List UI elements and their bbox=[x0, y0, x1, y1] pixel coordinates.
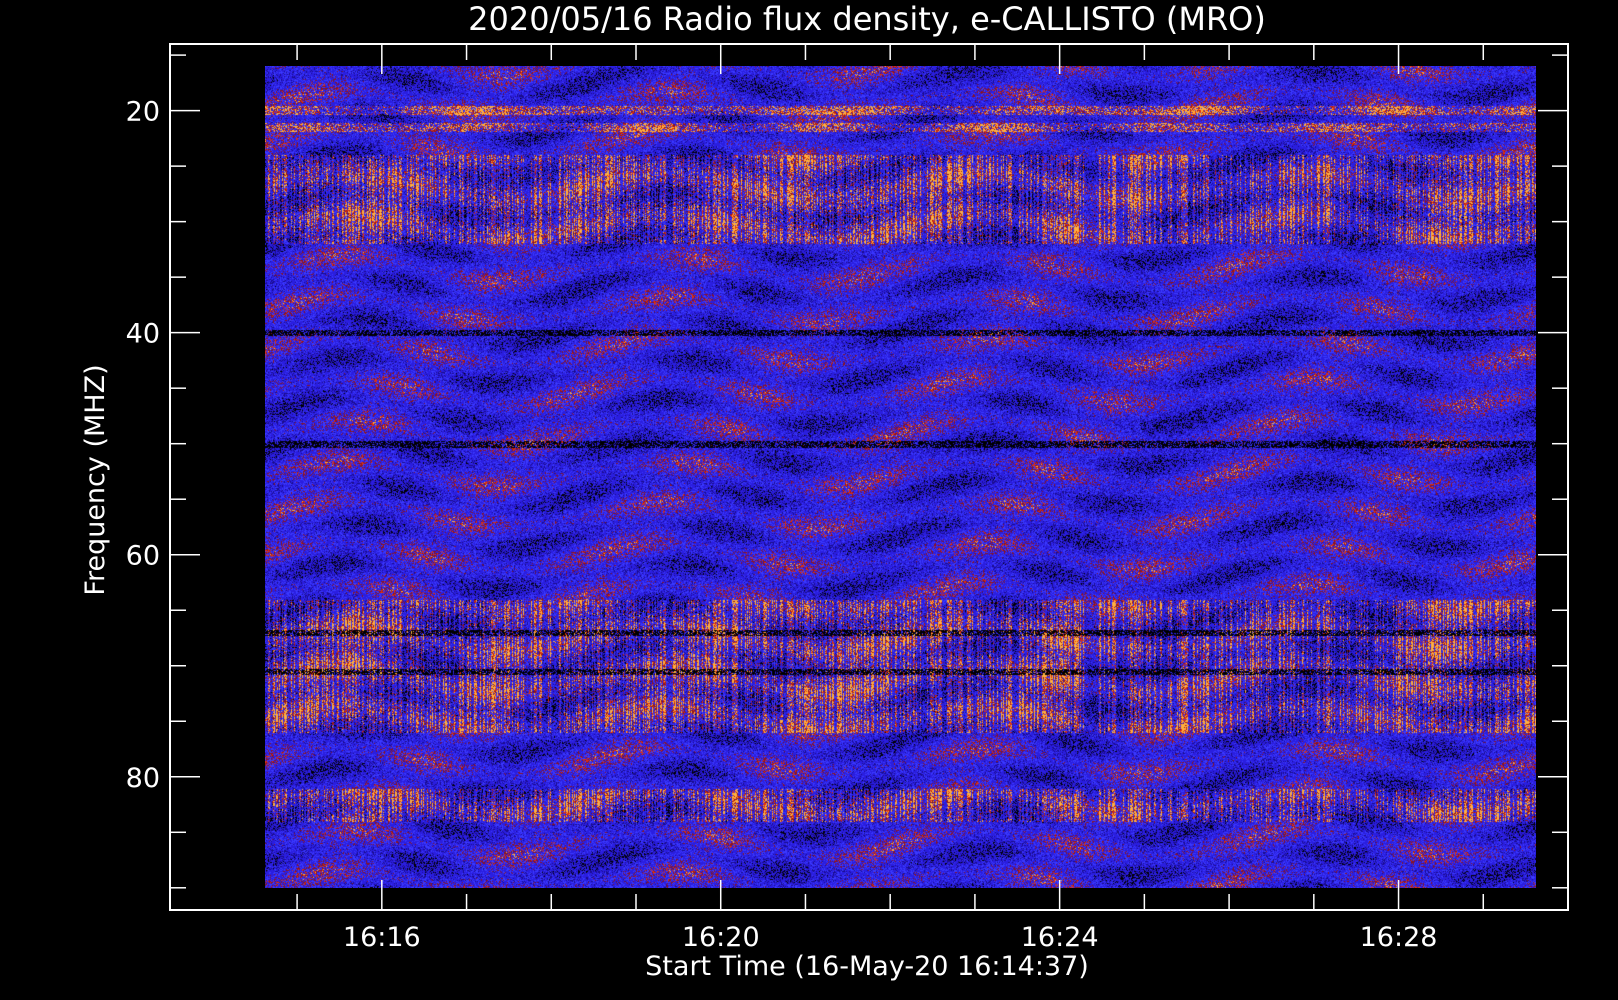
x-tick-label: 16:16 bbox=[343, 922, 421, 953]
x-axis-label: Start Time (16-May-20 16:14:37) bbox=[645, 951, 1089, 982]
heatmap-image bbox=[265, 66, 1536, 888]
x-tick-label: 16:28 bbox=[1360, 922, 1438, 953]
y-tick-label: 40 bbox=[126, 319, 160, 350]
x-tick-label: 16:24 bbox=[1021, 922, 1099, 953]
y-tick-label: 80 bbox=[126, 763, 160, 794]
y-tick-label: 20 bbox=[126, 97, 160, 128]
chart-title: 2020/05/16 Radio flux density, e-CALLIST… bbox=[468, 0, 1266, 38]
x-tick-label: 16:20 bbox=[682, 922, 760, 953]
y-axis-label: Frequency (MHZ) bbox=[80, 364, 111, 595]
spectrogram-chart: 2020/05/16 Radio flux density, e-CALLIST… bbox=[0, 0, 1618, 1000]
y-tick-label: 60 bbox=[126, 541, 160, 572]
